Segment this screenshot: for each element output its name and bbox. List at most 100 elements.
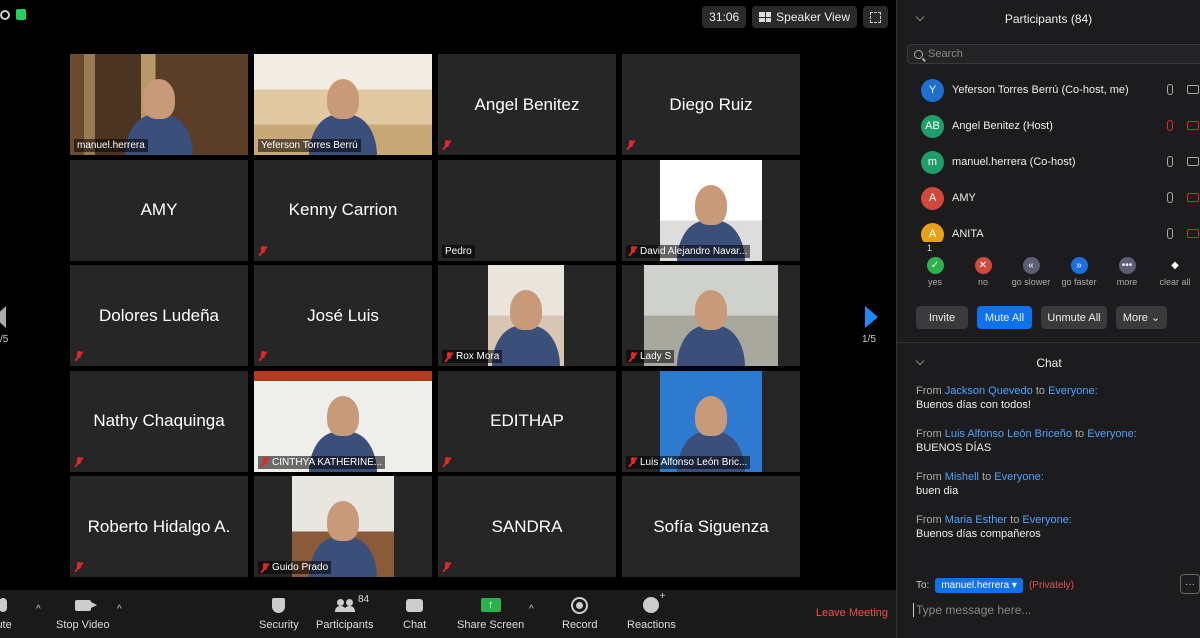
to-word: to	[1032, 385, 1049, 397]
meeting-timer: 31:06	[702, 6, 747, 28]
participants-count: 84	[358, 594, 370, 605]
muted-mic-icon	[261, 457, 269, 467]
video-camera-icon[interactable]	[1187, 85, 1199, 94]
video-tile[interactable]: José Luis	[254, 265, 432, 366]
share-options-caret-icon[interactable]: ^	[529, 604, 534, 615]
video-off-icon[interactable]	[1187, 121, 1199, 130]
shield-icon	[272, 597, 286, 613]
participant-face	[695, 184, 727, 225]
share-screen-button[interactable]: ↑ Share Screen	[457, 596, 524, 631]
participant-row[interactable]: A ANITA	[921, 216, 1200, 242]
feedback-clear-all-button[interactable]: ◆ clear all	[1145, 257, 1200, 287]
microphone-icon[interactable]	[1167, 228, 1173, 239]
video-tile[interactable]: Pedro	[438, 159, 616, 261]
video-tile[interactable]: SANDRA	[438, 476, 616, 577]
video-options-caret-icon[interactable]: ^	[117, 604, 122, 615]
participant-label: David Alejandro Navar...	[626, 244, 751, 258]
participant-row[interactable]: AB Angel Benitez (Host)	[921, 108, 1200, 144]
page-indicator-right: 1/5	[862, 334, 876, 345]
microphone-icon[interactable]	[1167, 84, 1173, 95]
video-off-icon[interactable]	[1187, 193, 1199, 202]
stop-video-button[interactable]: Stop Video	[56, 596, 110, 631]
grid-view-icon	[759, 12, 772, 22]
video-tile[interactable]: Dolores Ludeña	[70, 265, 248, 366]
video-off-icon[interactable]	[1187, 229, 1199, 238]
muted-mic-icon	[627, 140, 636, 150]
participant-name: AMY	[140, 200, 178, 219]
participant-row-name: Angel Benitez (Host)	[952, 120, 1053, 132]
search-placeholder: Search	[928, 48, 963, 60]
chat-recipient: Everyone:	[994, 471, 1044, 483]
video-tile[interactable]: manuel.herrera	[70, 54, 248, 155]
record-button[interactable]: Record	[562, 596, 597, 631]
muted-mic-icon[interactable]	[1167, 120, 1173, 131]
previous-page-arrow-icon[interactable]	[0, 306, 8, 328]
fullscreen-button[interactable]	[863, 6, 888, 28]
participant-label-text: Guido Prado	[272, 562, 329, 573]
chat-recipient: Everyone:	[1048, 385, 1098, 397]
video-tile[interactable]: EDITHAP	[438, 370, 616, 472]
chat-recipient: Everyone:	[1022, 514, 1072, 526]
recipient-dropdown[interactable]: manuel.herrera ▾	[935, 578, 1023, 593]
next-page-arrow-icon[interactable]	[865, 306, 878, 328]
unmute-all-button[interactable]: Unmute All	[1041, 306, 1107, 329]
security-button[interactable]: Security	[259, 596, 299, 631]
video-tile[interactable]: Yeferson Torres Berrú	[254, 54, 432, 155]
chat-sender[interactable]: Maria Esther	[945, 514, 1007, 526]
video-tile[interactable]: Angel Benitez	[438, 54, 616, 155]
video-camera-icon[interactable]	[1187, 157, 1199, 166]
participant-label: Luis Alfonso León Bric...	[626, 455, 751, 469]
chat-button[interactable]: Chat	[403, 596, 426, 631]
participant-search-input[interactable]: Search	[907, 44, 1200, 64]
reactions-button[interactable]: Reactions	[627, 591, 676, 631]
speaker-view-button[interactable]: Speaker View	[752, 6, 857, 28]
microphone-icon[interactable]	[1167, 192, 1173, 203]
avatar: AB	[921, 114, 944, 138]
video-tile[interactable]: Roberto Hidalgo A.	[70, 476, 248, 577]
chat-sender[interactable]: Jackson Quevedo	[945, 385, 1033, 397]
mute-button[interactable]: lute	[0, 596, 12, 631]
video-tile[interactable]: Nathy Chaquinga	[70, 370, 248, 472]
video-tile[interactable]: Kenny Carrion	[254, 159, 432, 261]
to-word: to	[978, 471, 995, 483]
participant-row[interactable]: m manuel.herrera (Co-host)	[921, 144, 1200, 180]
microphone-icon[interactable]	[1167, 156, 1173, 167]
invite-button[interactable]: Invite	[916, 306, 968, 329]
chat-message: From Jackson Quevedo to Everyone: Buenos …	[916, 385, 1196, 428]
chat-sender[interactable]: Mishell	[945, 471, 979, 483]
chat-message-input[interactable]: Type message here...	[913, 603, 1031, 617]
feedback-go-faster-icon: »	[1070, 257, 1088, 274]
video-tile[interactable]: Luis Alfonso León Bric...	[622, 370, 800, 472]
collapse-chevron-icon[interactable]	[915, 356, 925, 366]
participant-face	[510, 290, 542, 331]
video-tile[interactable]: Sofía Siguenza	[622, 476, 800, 577]
leave-meeting-button[interactable]: Leave Meeting	[816, 607, 888, 619]
video-tile[interactable]: AMY	[70, 159, 248, 261]
participant-row[interactable]: A AMY	[921, 180, 1200, 216]
encryption-lock-icon[interactable]	[16, 9, 26, 20]
privately-label: (Privately)	[1028, 580, 1074, 591]
video-tile[interactable]: Rox Mora	[438, 265, 616, 366]
stop-video-label: Stop Video	[56, 619, 110, 631]
participant-row[interactable]: Y Yeferson Torres Berrú (Co-host, me)	[921, 72, 1200, 108]
collapse-chevron-icon[interactable]	[915, 12, 925, 22]
mute-all-button[interactable]: Mute All	[977, 306, 1032, 329]
more-button[interactable]: More ⌄	[1116, 306, 1167, 329]
chat-sender[interactable]: Luis Alfonso León Briceño	[945, 428, 1072, 440]
video-tile[interactable]: CINTHYA KATHERINE...	[254, 370, 432, 472]
record-label: Record	[562, 619, 598, 631]
audio-options-caret-icon[interactable]: ^	[36, 604, 41, 615]
info-icon[interactable]	[0, 9, 10, 20]
video-tile[interactable]: David Alejandro Navar...	[622, 159, 800, 261]
video-tile[interactable]: Diego Ruiz	[622, 54, 800, 155]
chat-messages: From Jackson Quevedo to Everyone: Buenos …	[916, 385, 1196, 557]
video-tile[interactable]: Lady S	[622, 265, 800, 366]
muted-mic-icon	[259, 351, 268, 361]
chat-label: Chat	[403, 619, 427, 631]
participant-label-text: Lady S	[640, 351, 672, 362]
chat-more-icon[interactable]: ···	[1180, 574, 1200, 594]
participant-name: EDITHAP	[490, 411, 564, 430]
participant-label: CINTHYA KATHERINE...	[258, 455, 386, 469]
participant-label-text: Rox Mora	[456, 351, 500, 362]
video-tile[interactable]: Guido Prado	[254, 476, 432, 577]
